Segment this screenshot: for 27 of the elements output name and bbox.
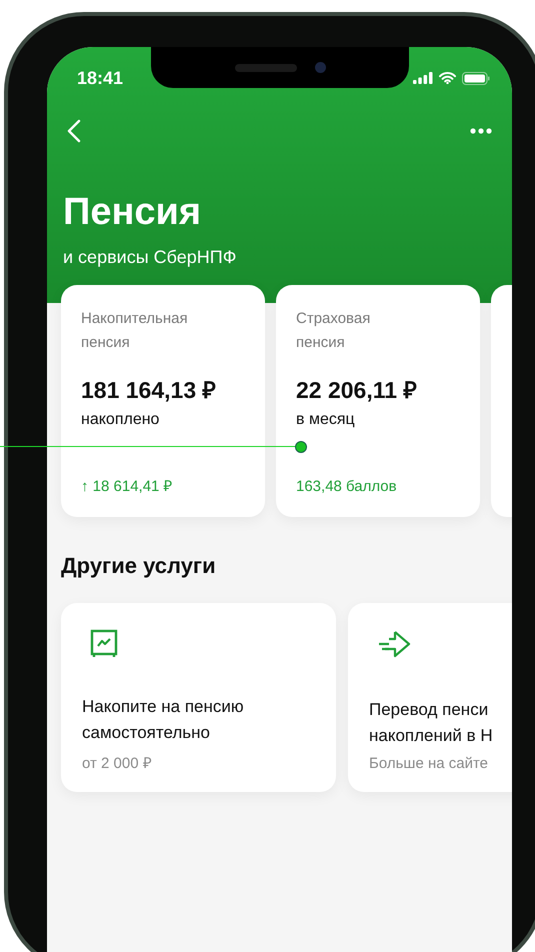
service-note: от 2 000 ₽: [82, 754, 153, 772]
service-card[interactable]: Накопите на пенсию самостоятельно от 2 000 ₽: [61, 603, 336, 792]
service-title: Накопите на пенсию самостоятельно: [82, 696, 245, 744]
status-time: 18:41: [77, 68, 124, 88]
card-title: Страховая пенсия: [296, 309, 372, 353]
pension-card[interactable]: Страховая пенсия 22 206,11 ₽ в месяц 163,48 баллов: [276, 285, 480, 517]
back-icon: [67, 119, 81, 143]
page-subtitle: и сервисы СберНПФ: [63, 247, 238, 268]
signal-icon: [413, 72, 433, 84]
card-caption: в месяц: [296, 411, 356, 429]
section-title: Другие услуги: [61, 553, 217, 579]
page-title: Пенсия: [63, 190, 202, 235]
more-icon: [470, 128, 492, 134]
card-title: Накопительная пенсия: [81, 309, 189, 353]
pension-card[interactable]: Накопительная пенсия 181 164,13 ₽ накоплено ↑ 18 614,41 ₽: [61, 285, 265, 517]
arrow-icon: [377, 629, 413, 659]
card-amount: 22 206,11 ₽: [296, 376, 418, 405]
wifi-icon: [439, 72, 456, 84]
battery-icon: [462, 72, 490, 84]
card-caption: накоплено: [81, 411, 160, 429]
service-title: Перевод пенси накоплений в Н: [369, 699, 494, 747]
service-card[interactable]: Перевод пенси накоплений в Н Больше на сайте: [348, 603, 512, 792]
card-note: ↑ 18 614,41 ₽: [81, 477, 174, 495]
card-note: 163,48 баллов: [296, 478, 398, 495]
card-amount: 181 164,13 ₽: [81, 376, 217, 405]
service-note: Больше на сайте: [369, 755, 490, 772]
chart-icon: [90, 629, 118, 659]
